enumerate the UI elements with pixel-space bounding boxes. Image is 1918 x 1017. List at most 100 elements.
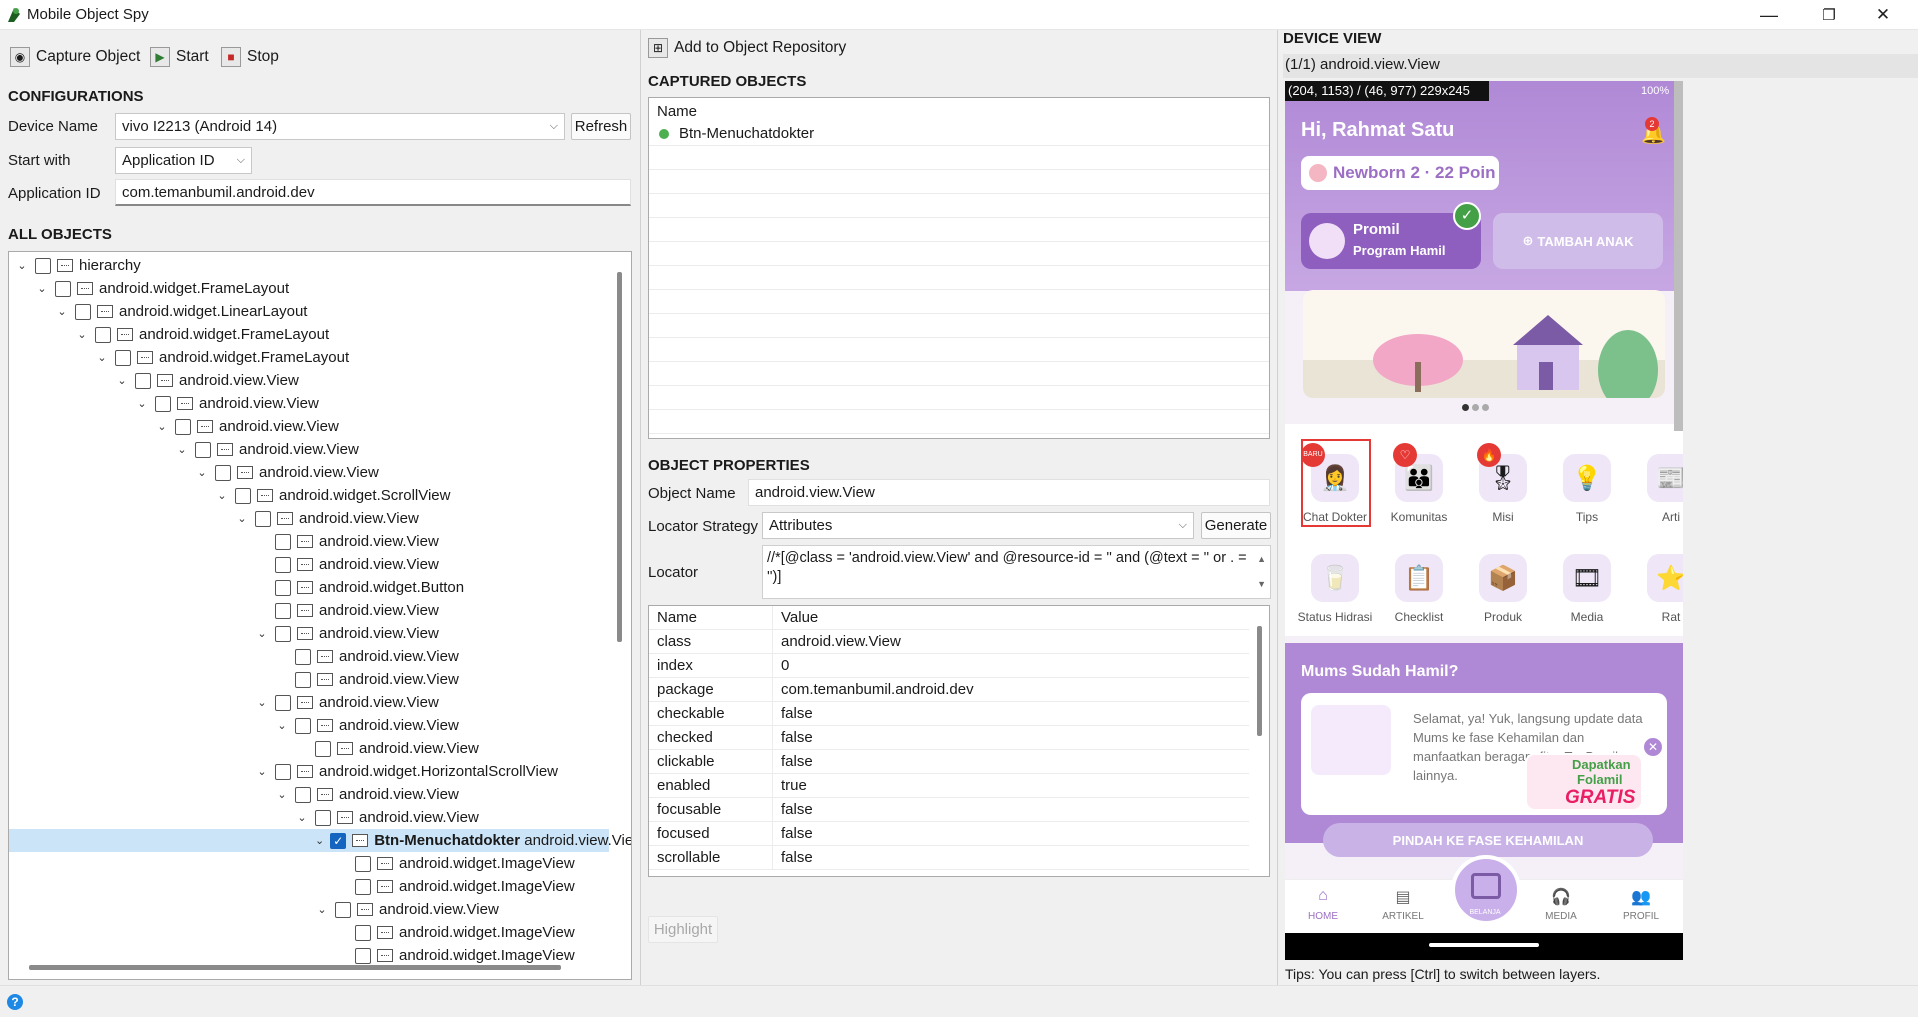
tree-node-checkbox[interactable]	[35, 257, 51, 274]
property-row[interactable]: focused false	[649, 822, 1249, 846]
tree-node[interactable]: ⌄ android.view.View	[9, 806, 609, 829]
tree-node[interactable]: ⌄ android.widget.HorizontalScrollView	[9, 760, 609, 783]
tree-node[interactable]: android.widget.ImageView	[9, 875, 609, 898]
expand-chevron-icon[interactable]: ⌄	[135, 397, 149, 410]
expand-chevron-icon[interactable]: ⌄	[95, 351, 109, 364]
property-row[interactable]: class android.view.View	[649, 630, 1249, 654]
highlight-button[interactable]: Highlight	[648, 916, 718, 943]
tree-node-checkbox[interactable]: ✓	[330, 832, 347, 849]
product-box-icon[interactable]: 📦	[1479, 554, 1527, 602]
expand-chevron-icon[interactable]: ⌄	[295, 811, 309, 824]
expand-chevron-icon[interactable]: ⌄	[35, 282, 49, 295]
tree-node-checkbox[interactable]	[275, 763, 291, 780]
expand-chevron-icon[interactable]: ⌄	[215, 489, 229, 502]
start-with-dropdown[interactable]: Application ID ⌵	[115, 147, 252, 174]
tree-node[interactable]: android.widget.ImageView	[9, 921, 609, 944]
tree-node[interactable]: android.view.View	[9, 645, 609, 668]
expand-chevron-icon[interactable]: ⌄	[175, 443, 189, 456]
tree-node-checkbox[interactable]	[355, 878, 371, 895]
tree-node[interactable]: ⌄ android.view.View	[9, 369, 609, 392]
tree-node-checkbox[interactable]	[175, 418, 191, 435]
locator-strategy-dropdown[interactable]: Attributes ⌵	[762, 512, 1194, 539]
tree-node-checkbox[interactable]	[335, 901, 351, 918]
carousel-dot-active[interactable]	[1462, 404, 1469, 411]
minimize-button[interactable]: —	[1746, 0, 1792, 30]
tree-node-checkbox[interactable]	[115, 349, 131, 366]
tree-node-checkbox[interactable]	[255, 510, 271, 527]
property-row[interactable]: clickable false	[649, 750, 1249, 774]
pindah-fase-button[interactable]: PINDAH KE FASE KEHAMILAN	[1323, 823, 1653, 857]
tree-node[interactable]: ⌄ android.view.View	[9, 392, 609, 415]
expand-chevron-icon[interactable]: ⌄	[75, 328, 89, 341]
tree-node[interactable]: ⌄ android.view.View	[9, 415, 609, 438]
tree-node[interactable]: android.view.View	[9, 553, 609, 576]
tree-node-checkbox[interactable]	[275, 602, 291, 619]
property-row[interactable]: focusable false	[649, 798, 1249, 822]
expand-chevron-icon[interactable]: ⌄	[275, 788, 289, 801]
tree-node[interactable]: android.widget.ImageView	[9, 944, 609, 967]
tree-node[interactable]: ⌄ android.view.View	[9, 898, 609, 921]
tree-node[interactable]: ⌄ android.view.View	[9, 438, 609, 461]
tree-node-checkbox[interactable]	[315, 809, 331, 826]
tree-node[interactable]: android.view.View	[9, 737, 609, 760]
tree-node[interactable]: ⌄ android.view.View	[9, 507, 609, 530]
property-row[interactable]: checkable false	[649, 702, 1249, 726]
device-scrollbar[interactable]	[1674, 81, 1683, 431]
expand-chevron-icon[interactable]: ⌄	[255, 627, 269, 640]
tree-node[interactable]: ⌄ android.widget.LinearLayout	[9, 300, 609, 323]
device-screen[interactable]: (204, 1153) / (46, 977) 229x245 100% Hi,…	[1285, 81, 1683, 960]
tree-node-checkbox[interactable]	[155, 395, 171, 412]
tree-node[interactable]: ⌄ android.widget.FrameLayout	[9, 346, 609, 369]
nav-label[interactable]: MEDIA	[1531, 911, 1591, 922]
tree-vertical-scrollbar[interactable]	[617, 272, 622, 642]
bulb-icon[interactable]: 💡	[1563, 454, 1611, 502]
nav-label[interactable]: ARTIKEL	[1373, 911, 1433, 922]
tree-node-checkbox[interactable]	[295, 786, 311, 803]
object-name-input[interactable]: android.view.View	[748, 479, 1270, 506]
expand-chevron-icon[interactable]: ⌄	[255, 765, 269, 778]
tree-node[interactable]: ⌄ android.view.View	[9, 691, 609, 714]
properties-vertical-scrollbar[interactable]	[1257, 626, 1262, 736]
tree-node-checkbox[interactable]	[295, 717, 311, 734]
tree-node-checkbox[interactable]	[295, 671, 311, 688]
water-glass-icon[interactable]: 🥛	[1311, 554, 1359, 602]
banner-image[interactable]	[1303, 290, 1665, 398]
checklist-icon[interactable]: 📋	[1395, 554, 1443, 602]
scroll-down-icon[interactable]: ▼	[1257, 575, 1266, 594]
tambah-anak-button[interactable]: ⊕ TAMBAH ANAK	[1493, 213, 1663, 269]
help-icon[interactable]: ?	[7, 994, 23, 1010]
expand-chevron-icon[interactable]: ⌄	[55, 305, 69, 318]
start-button[interactable]: ▶ Start	[150, 45, 209, 69]
tree-node-checkbox[interactable]	[355, 855, 371, 872]
nav-label[interactable]: BELANJA	[1455, 909, 1515, 916]
tree-node[interactable]: ⌄ ✓ Btn-Menuchatdokter android.view.View	[9, 829, 631, 852]
tree-node[interactable]: ⌄ android.view.View	[9, 622, 609, 645]
expand-chevron-icon[interactable]: ⌄	[115, 374, 129, 387]
article-icon[interactable]: 📰	[1647, 454, 1683, 502]
expand-chevron-icon[interactable]: ⌄	[235, 512, 249, 525]
tree-node-checkbox[interactable]	[355, 924, 371, 941]
add-to-repository-button[interactable]: ⊞ Add to Object Repository	[648, 36, 846, 60]
tree-node-checkbox[interactable]	[315, 740, 331, 757]
tree-node-checkbox[interactable]	[235, 487, 251, 504]
expand-chevron-icon[interactable]: ⌄	[195, 466, 209, 479]
tree-node[interactable]: ⌄ android.view.View	[9, 461, 609, 484]
tree-node-checkbox[interactable]	[215, 464, 231, 481]
property-row[interactable]: enabled true	[649, 774, 1249, 798]
captured-objects-list[interactable]: Name Btn-Menuchatdokter	[648, 97, 1270, 439]
device-name-dropdown[interactable]: vivo I2213 (Android 14) ⌵	[115, 113, 565, 140]
headphones-icon[interactable]: 🎧	[1531, 887, 1591, 907]
tree-node-checkbox[interactable]	[275, 533, 291, 550]
carousel-dot[interactable]	[1482, 404, 1489, 411]
nav-label[interactable]: PROFIL	[1611, 911, 1671, 922]
tree-node-checkbox[interactable]	[295, 648, 311, 665]
locator-textarea[interactable]: //*[@class = 'android.view.View' and @re…	[762, 545, 1271, 599]
refresh-button[interactable]: Refresh	[571, 113, 631, 140]
capture-object-button[interactable]: ◉ Capture Object	[10, 45, 140, 69]
film-icon[interactable]: 🎞	[1563, 554, 1611, 602]
properties-table[interactable]: Name Value class android.view.View index 0 p…	[648, 605, 1270, 877]
generate-button[interactable]: Generate	[1201, 512, 1271, 539]
expand-chevron-icon[interactable]: ⌄	[255, 696, 269, 709]
tree-node-checkbox[interactable]	[275, 556, 291, 573]
property-row[interactable]: scrollable false	[649, 846, 1249, 870]
